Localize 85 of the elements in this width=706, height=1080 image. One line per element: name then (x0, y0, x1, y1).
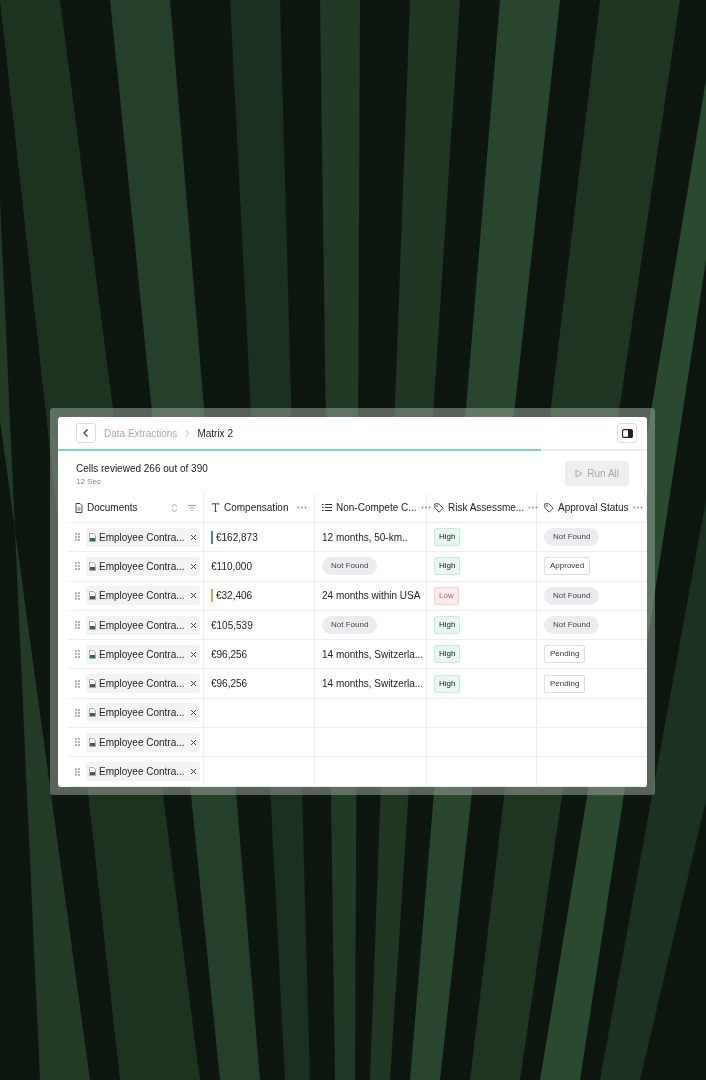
file-icon (89, 591, 96, 601)
risk-badge: High (434, 557, 461, 576)
table-cell-text: €96,256 (211, 677, 248, 692)
risk-badge: High (434, 528, 461, 547)
status-badge: Approved (544, 557, 591, 576)
drag-handle-icon[interactable] (75, 591, 80, 600)
document-chip[interactable]: Employee Contra... (86, 644, 200, 664)
drag-handle-icon[interactable] (75, 533, 80, 542)
drag-handle-icon[interactable] (75, 708, 80, 717)
sort-icon[interactable] (171, 502, 178, 513)
document-chip[interactable]: Employee Contra... (86, 556, 200, 576)
table-cell-text: 14 months, Switzerla... (322, 647, 424, 662)
status-badge: Not Found (322, 557, 378, 576)
breadcrumb-link[interactable]: Matrix 2 (197, 425, 233, 441)
panel-toggle-button[interactable] (617, 423, 637, 443)
column-header[interactable]: Documents (87, 500, 138, 515)
drag-handle-icon[interactable] (75, 621, 80, 630)
drag-handle-icon[interactable] (75, 738, 80, 747)
more-icon[interactable] (632, 506, 643, 509)
more-icon[interactable] (528, 506, 539, 509)
play-icon (575, 469, 584, 478)
file-icon (89, 561, 96, 571)
column-header[interactable]: Non-Compete C... (336, 500, 417, 515)
close-icon[interactable] (189, 533, 197, 541)
chevron-icon (184, 428, 191, 438)
column-header[interactable]: Risk Assessme... (448, 500, 525, 515)
close-icon[interactable] (189, 768, 197, 775)
document-chip[interactable]: Employee Contra... (86, 674, 200, 694)
status-badge: Pending (544, 645, 586, 664)
close-icon[interactable] (189, 709, 197, 717)
file-icon (89, 532, 96, 542)
drag-handle-icon[interactable] (75, 562, 80, 571)
file-icon (89, 679, 96, 689)
text-type-icon (211, 503, 220, 512)
table-cell-text: 12 months, 50-km.. (322, 530, 408, 545)
status-badge: Not Found (544, 528, 600, 547)
document-chip[interactable]: Employee Contra... (86, 586, 200, 606)
tag-icon (434, 502, 444, 513)
table-cell-text: 14 months, Switzerla... (322, 677, 424, 692)
file-icon (89, 708, 96, 718)
column-header[interactable]: Compensation (224, 500, 289, 515)
document-chip[interactable]: Employee Contra... (86, 527, 200, 547)
tag-icon (544, 502, 554, 513)
close-icon[interactable] (189, 621, 197, 629)
column-header[interactable]: Approval Status (558, 500, 629, 515)
table-cell-text: 24 months within USA (322, 589, 421, 604)
document-chip[interactable]: Employee Contra... (86, 732, 200, 752)
drag-handle-icon[interactable] (75, 767, 80, 776)
file-icon (89, 767, 96, 776)
risk-badge: Low (434, 586, 459, 605)
back-icon (82, 428, 90, 438)
file-icon (89, 737, 96, 747)
status-badge: Not Found (322, 616, 378, 635)
sidebar-icon (621, 428, 633, 438)
table-cell-text: €105,539 (211, 618, 253, 633)
file-icon (89, 649, 96, 659)
risk-badge: High (434, 645, 461, 664)
file-icon (89, 620, 96, 630)
risk-badge: High (434, 616, 461, 635)
elapsed-time: 12 Sec (76, 476, 102, 488)
close-icon[interactable] (189, 592, 197, 600)
more-icon[interactable] (297, 506, 307, 509)
drag-handle-icon[interactable] (75, 650, 80, 659)
status-badge: Pending (544, 674, 586, 693)
status-badge: Not Found (544, 616, 600, 635)
table-cell-text: €162,873 (216, 530, 258, 545)
list-icon (322, 503, 332, 512)
table-cell-text: €32,406 (216, 589, 253, 604)
document-chip[interactable]: Employee Contra... (86, 615, 200, 635)
document-chip[interactable]: Employee Contra... (86, 762, 200, 781)
back-button[interactable] (76, 423, 96, 443)
risk-badge: High (434, 674, 461, 693)
more-icon[interactable] (420, 506, 431, 509)
table-cell-text: €110,000 (211, 559, 252, 574)
filter-icon[interactable] (188, 504, 196, 511)
close-icon[interactable] (189, 680, 197, 688)
drag-handle-icon[interactable] (75, 679, 80, 688)
status-badge: Not Found (544, 586, 600, 605)
close-icon[interactable] (189, 562, 197, 570)
table-cell-text: €96,256 (211, 647, 248, 662)
close-icon[interactable] (189, 738, 197, 746)
review-summary: Cells reviewed 266 out of 390 (76, 462, 208, 476)
document-icon (75, 502, 83, 513)
document-chip[interactable]: Employee Contra... (86, 703, 200, 723)
close-icon[interactable] (189, 650, 197, 658)
